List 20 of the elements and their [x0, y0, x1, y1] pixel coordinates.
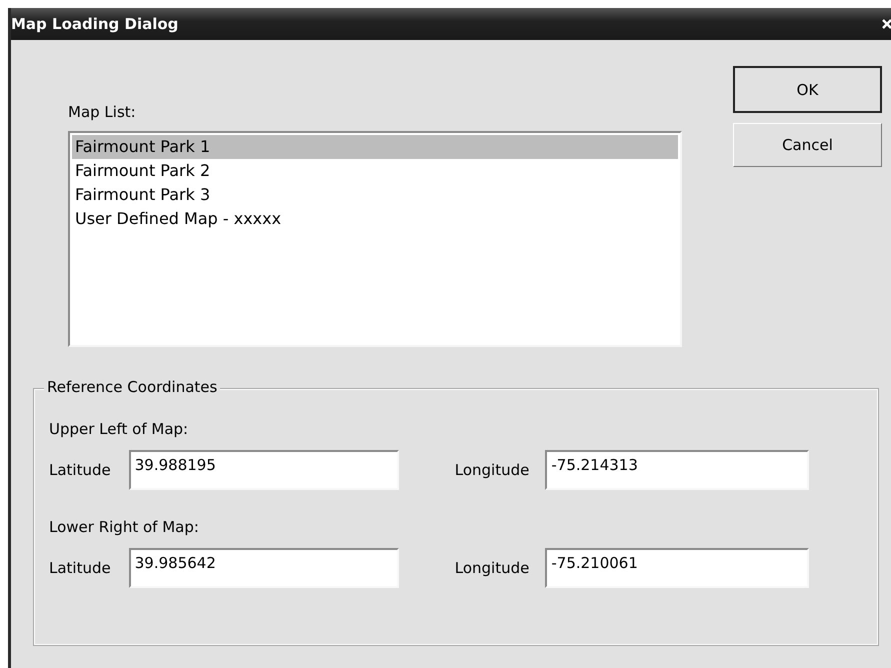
cancel-button[interactable]: Cancel — [733, 123, 882, 167]
field-label: Longitude — [454, 559, 530, 577]
section-heading: Lower Right of Map: — [49, 518, 200, 536]
input-field[interactable]: 39.985642 — [128, 548, 399, 588]
map-list[interactable]: Fairmount Park 1 Fairmount Park 2 Fairmount Park 3 User Defined Map - xxxxx — [68, 131, 682, 347]
input-field[interactable]: -75.214313 — [545, 450, 810, 490]
list-item[interactable]: Fairmount Park 3 — [72, 183, 680, 207]
list-item[interactable]: Fairmount Park 1 — [72, 135, 678, 159]
section-heading: Upper Left of Map: — [49, 420, 190, 438]
close-icon[interactable] — [882, 18, 891, 30]
ok-button[interactable]: OK — [733, 66, 882, 113]
field-label: Longitude — [454, 461, 530, 479]
window-title: Map Loading Dialog — [11, 15, 178, 33]
map-list-label: Map List: — [68, 103, 137, 121]
field-label: Latitude — [49, 461, 111, 479]
input-field[interactable]: 39.988195 — [128, 450, 399, 490]
field-label: Latitude — [49, 559, 111, 577]
list-item[interactable]: User Defined Map - xxxxx — [72, 207, 680, 231]
list-item[interactable]: Fairmount Park 2 — [72, 159, 680, 183]
input-field[interactable]: -75.210061 — [545, 548, 810, 588]
